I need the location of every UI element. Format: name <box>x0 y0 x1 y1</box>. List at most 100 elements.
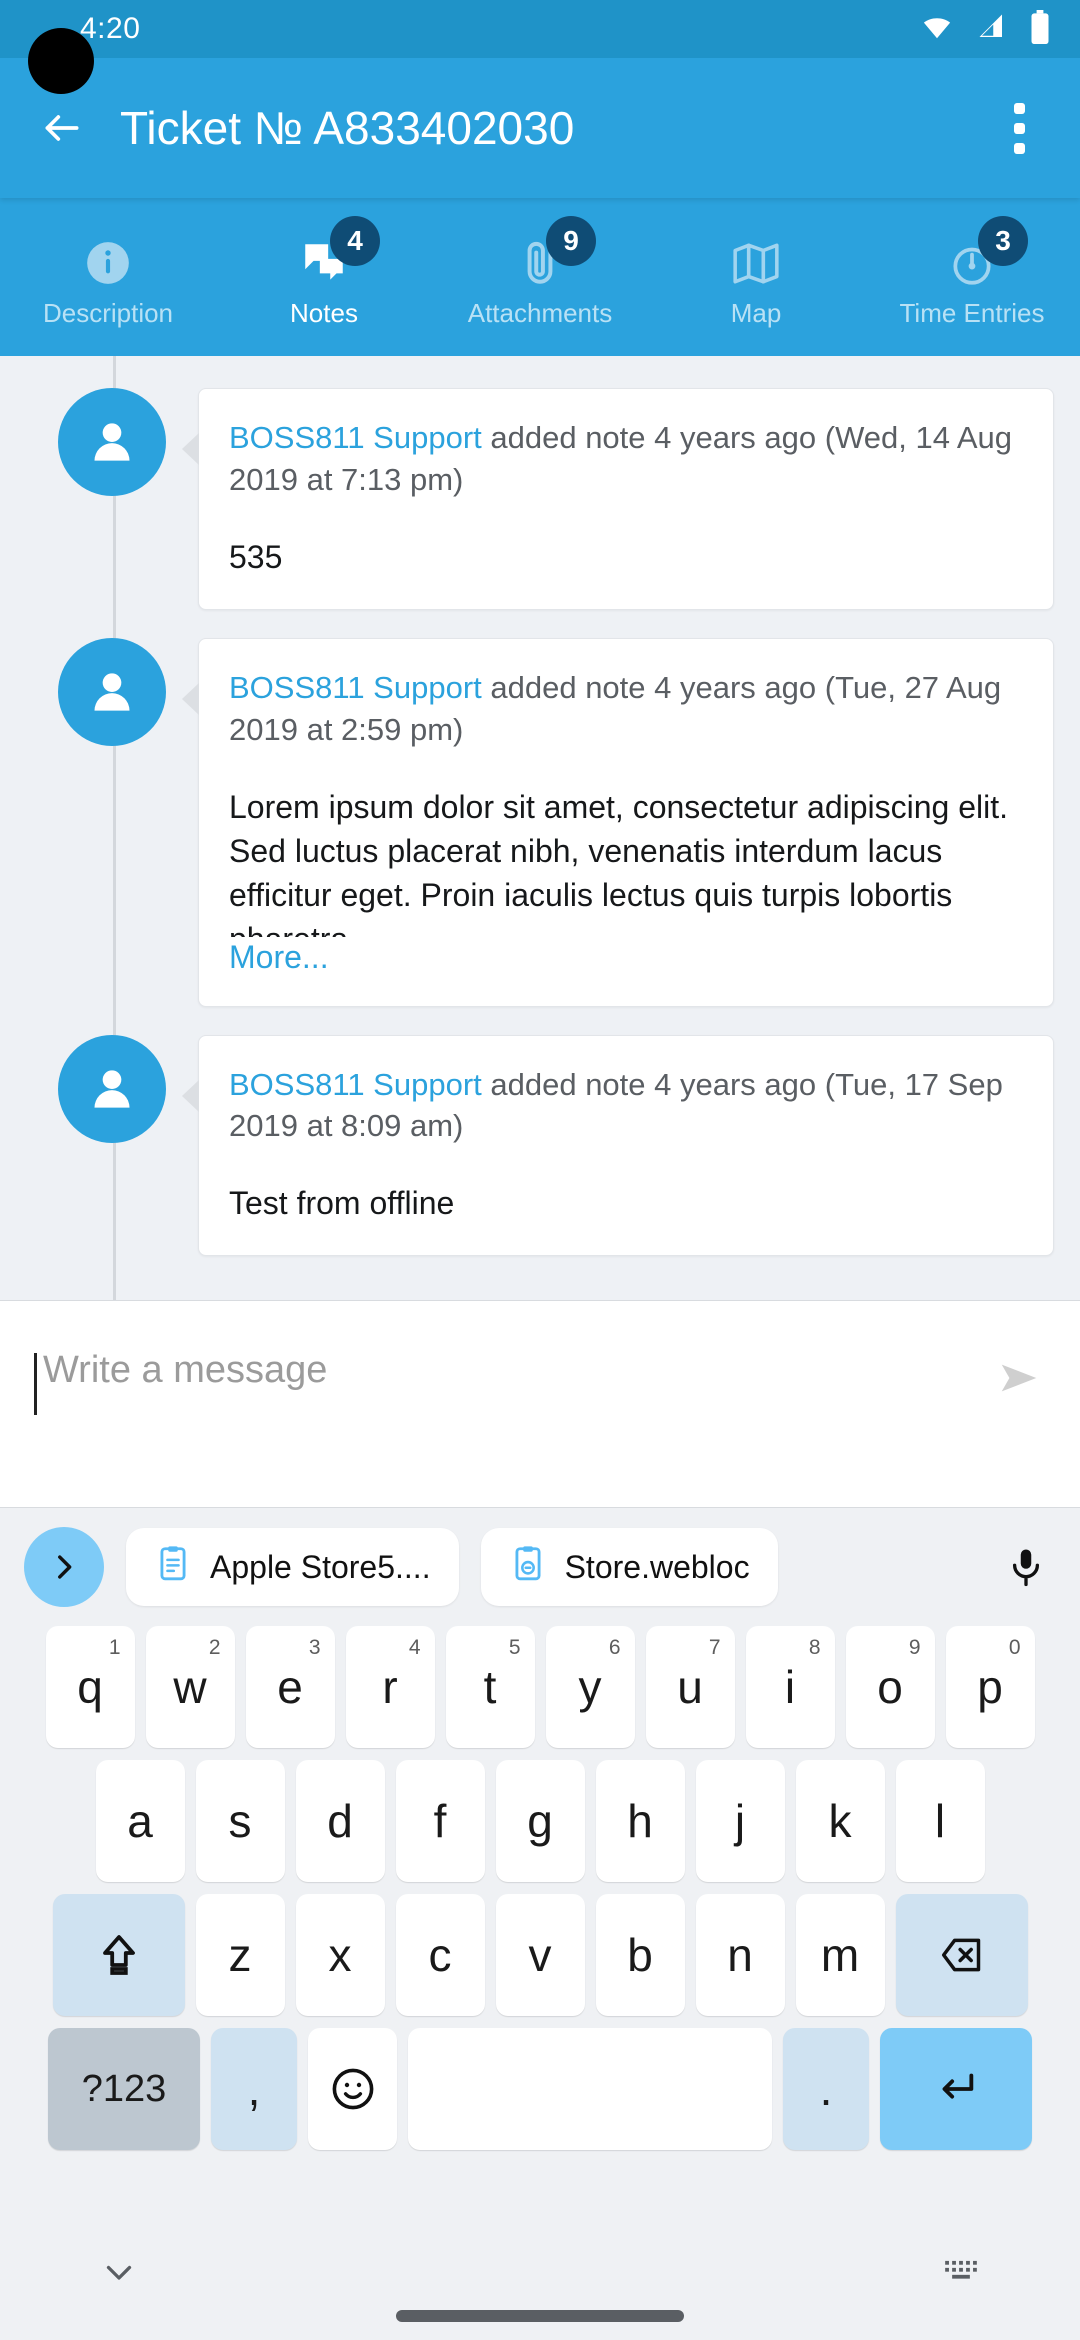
key-b[interactable]: b <box>595 1894 685 2016</box>
message-input[interactable]: Write a message <box>43 1349 327 1392</box>
key-c[interactable]: c <box>395 1894 485 2016</box>
emoji-icon[interactable] <box>308 2028 397 2150</box>
info-icon <box>83 232 133 294</box>
chevron-right-icon[interactable] <box>24 1527 104 1607</box>
suggestion-chip[interactable]: Store.webloc <box>480 1528 778 1606</box>
tab-notes[interactable]: 4 Notes <box>216 198 432 356</box>
status-time: 4:20 <box>80 12 141 45</box>
key-o[interactable]: 9o <box>845 1626 935 1748</box>
note-more-link[interactable]: More... <box>229 939 1023 976</box>
note-header: BOSS811 Support added note 4 years ago (… <box>229 417 1023 501</box>
note-body: 535 <box>229 538 283 575</box>
overflow-menu-icon[interactable] <box>984 88 1054 168</box>
key-n[interactable]: n <box>695 1894 785 2016</box>
key-i[interactable]: 8i <box>745 1626 835 1748</box>
key-label: r <box>382 1661 398 1713</box>
keyboard-row-4: ?123 , . <box>0 2028 1080 2150</box>
backspace-icon[interactable] <box>895 1894 1028 2016</box>
status-bar: 4:20 <box>0 0 1080 58</box>
key-p[interactable]: 0p <box>945 1626 1035 1748</box>
key-label: c <box>428 1929 452 1981</box>
key-h[interactable]: h <box>595 1760 685 1882</box>
suggestion-chip[interactable]: Apple Store5.... <box>126 1528 459 1606</box>
key-sup: 2 <box>208 1636 221 1659</box>
key-label: s <box>228 1795 252 1847</box>
key-label: j <box>734 1795 746 1847</box>
key-sup: 3 <box>308 1636 321 1659</box>
note-item[interactable]: BOSS811 Support added note 4 years ago (… <box>0 1034 1080 1257</box>
keyboard-toggle-icon[interactable] <box>938 2253 984 2296</box>
note-header: BOSS811 Support added note 4 years ago (… <box>229 667 1023 751</box>
key-label: b <box>627 1929 653 1981</box>
shift-icon[interactable] <box>52 1894 185 2016</box>
app-bar: Ticket № A833402030 <box>0 58 1080 198</box>
period-key[interactable]: . <box>783 2028 869 2150</box>
message-composer[interactable]: Write a message <box>0 1300 1080 1508</box>
keyboard-row-3: z x c v b n m <box>0 1894 1080 2016</box>
clipboard-link-icon <box>509 1544 547 1590</box>
tab-attachments[interactable]: 9 Attachments <box>432 198 648 356</box>
key-label: u <box>677 1661 703 1713</box>
chevron-down-icon[interactable] <box>96 2254 142 2295</box>
tab-badge: 9 <box>546 215 596 266</box>
status-icons <box>918 9 1052 49</box>
key-label: i <box>784 1661 796 1713</box>
key-s[interactable]: s <box>195 1760 285 1882</box>
key-v[interactable]: v <box>495 1894 585 2016</box>
note-author[interactable]: BOSS811 Support <box>229 670 482 705</box>
notes-feed[interactable]: BOSS811 Support added note 4 years ago (… <box>0 356 1080 1300</box>
tab-description[interactable]: Description <box>0 198 216 356</box>
camera-punch-hole <box>28 28 94 94</box>
key-l[interactable]: l <box>895 1760 985 1882</box>
symbols-key[interactable]: ?123 <box>48 2028 200 2150</box>
tab-label: Map <box>730 297 782 328</box>
home-indicator[interactable] <box>396 2310 684 2322</box>
key-label: m <box>820 1929 860 1981</box>
key-m[interactable]: m <box>795 1894 885 2016</box>
key-g[interactable]: g <box>495 1760 585 1882</box>
keyboard-row-2: a s d f g h j k l <box>0 1760 1080 1882</box>
microphone-icon[interactable] <box>996 1543 1056 1591</box>
key-y[interactable]: 6y <box>545 1626 635 1748</box>
key-u[interactable]: 7u <box>645 1626 735 1748</box>
key-w[interactable]: 2w <box>145 1626 235 1748</box>
key-label: v <box>528 1929 552 1981</box>
comma-key[interactable]: , <box>211 2028 297 2150</box>
note-item[interactable]: BOSS811 Support added note 4 years ago (… <box>0 637 1080 1007</box>
key-label: h <box>627 1795 653 1847</box>
key-d[interactable]: d <box>295 1760 385 1882</box>
note-card[interactable]: BOSS811 Support added note 4 years ago (… <box>182 637 1054 1007</box>
key-k[interactable]: k <box>795 1760 885 1882</box>
on-screen-keyboard[interactable]: Apple Store5.... Store.webloc 1q 2w 3e 4… <box>0 1508 1080 2208</box>
key-sup: 6 <box>608 1636 621 1659</box>
tab-label: Time Entries <box>899 297 1045 328</box>
note-author[interactable]: BOSS811 Support <box>229 420 482 455</box>
map-icon <box>729 232 783 294</box>
note-card[interactable]: BOSS811 Support added note 4 years ago (… <box>182 1034 1054 1257</box>
key-r[interactable]: 4r <box>345 1626 435 1748</box>
notes-icon: 4 <box>299 215 380 294</box>
note-body: Test from offline <box>229 1185 455 1222</box>
key-t[interactable]: 5t <box>445 1626 535 1748</box>
key-z[interactable]: z <box>195 1894 285 2016</box>
key-a[interactable]: a <box>95 1760 185 1882</box>
key-label: f <box>433 1795 447 1847</box>
suggestion-label: Apple Store5.... <box>210 1548 431 1585</box>
key-q[interactable]: 1q <box>45 1626 135 1748</box>
enter-icon[interactable] <box>880 2028 1032 2150</box>
key-sup: 8 <box>808 1636 821 1659</box>
back-arrow-icon[interactable] <box>26 92 98 164</box>
note-card[interactable]: BOSS811 Support added note 4 years ago (… <box>182 388 1054 610</box>
key-label: g <box>527 1795 553 1847</box>
note-author[interactable]: BOSS811 Support <box>229 1067 482 1102</box>
tab-map[interactable]: Map <box>648 198 864 356</box>
key-x[interactable]: x <box>295 1894 385 2016</box>
tab-time-entries[interactable]: 3 Time Entries <box>864 198 1080 356</box>
note-item[interactable]: BOSS811 Support added note 4 years ago (… <box>0 356 1080 610</box>
key-label: d <box>327 1795 353 1847</box>
key-f[interactable]: f <box>395 1760 485 1882</box>
send-icon[interactable] <box>992 1355 1046 1406</box>
key-e[interactable]: 3e <box>245 1626 335 1748</box>
key-j[interactable]: j <box>695 1760 785 1882</box>
space-key[interactable] <box>408 2028 772 2150</box>
